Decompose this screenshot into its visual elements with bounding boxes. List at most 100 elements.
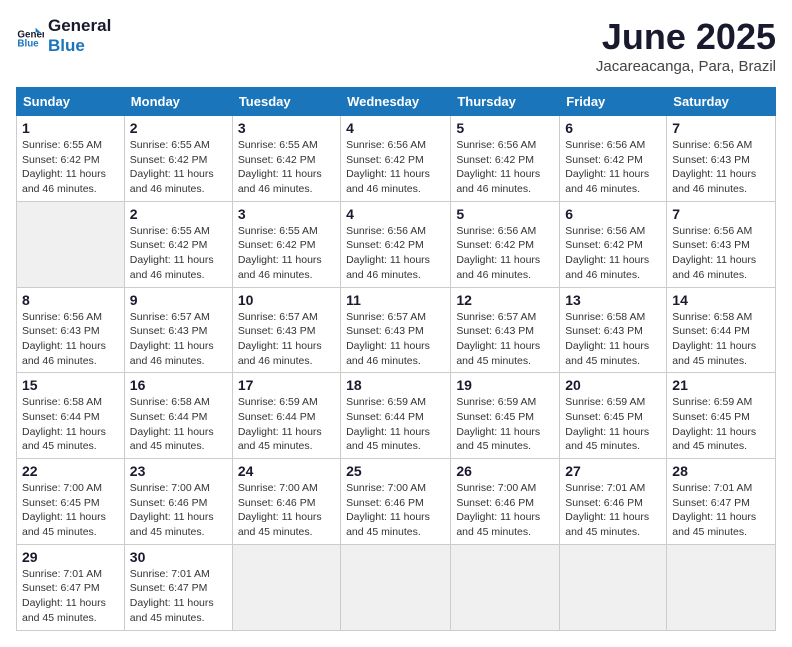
day-info: Sunrise: 7:00 AM Sunset: 6:46 PM Dayligh… (456, 481, 554, 540)
logo-general: General (48, 16, 111, 36)
day-info: Sunrise: 6:58 AM Sunset: 6:44 PM Dayligh… (672, 310, 770, 369)
day-cell-5: 5 Sunrise: 6:56 AM Sunset: 6:42 PM Dayli… (451, 201, 560, 287)
day-info: Sunrise: 6:55 AM Sunset: 6:42 PM Dayligh… (22, 138, 119, 197)
logo: General Blue General Blue (16, 16, 111, 55)
day-info: Sunrise: 6:59 AM Sunset: 6:44 PM Dayligh… (346, 395, 445, 454)
day-cell-19: 19 Sunrise: 6:59 AM Sunset: 6:45 PM Dayl… (451, 373, 560, 459)
day-number: 18 (346, 377, 445, 393)
day-info: Sunrise: 6:58 AM Sunset: 6:44 PM Dayligh… (130, 395, 227, 454)
day-number: 24 (238, 463, 335, 479)
calendar-row: 22 Sunrise: 7:00 AM Sunset: 6:45 PM Dayl… (17, 459, 776, 545)
day-info: Sunrise: 6:55 AM Sunset: 6:42 PM Dayligh… (238, 224, 335, 283)
day-number: 28 (672, 463, 770, 479)
col-friday: Friday (560, 88, 667, 116)
day-number: 23 (130, 463, 227, 479)
day-cell-30: 30 Sunrise: 7:01 AM Sunset: 6:47 PM Dayl… (124, 544, 232, 630)
day-number: 11 (346, 292, 445, 308)
day-cell-5: 5 Sunrise: 6:56 AM Sunset: 6:42 PM Dayli… (451, 116, 560, 202)
calendar-table: Sunday Monday Tuesday Wednesday Thursday… (16, 87, 776, 631)
day-number: 29 (22, 549, 119, 565)
day-number: 22 (22, 463, 119, 479)
logo-blue: Blue (48, 36, 111, 56)
day-number: 10 (238, 292, 335, 308)
day-number: 25 (346, 463, 445, 479)
day-info: Sunrise: 6:57 AM Sunset: 6:43 PM Dayligh… (346, 310, 445, 369)
day-cell-29: 29 Sunrise: 7:01 AM Sunset: 6:47 PM Dayl… (17, 544, 125, 630)
day-number: 19 (456, 377, 554, 393)
col-sunday: Sunday (17, 88, 125, 116)
day-number: 9 (130, 292, 227, 308)
day-number: 6 (565, 120, 661, 136)
day-info: Sunrise: 6:56 AM Sunset: 6:43 PM Dayligh… (22, 310, 119, 369)
day-info: Sunrise: 6:56 AM Sunset: 6:42 PM Dayligh… (456, 138, 554, 197)
empty-cell (341, 544, 451, 630)
day-number: 5 (456, 206, 554, 222)
day-info: Sunrise: 6:55 AM Sunset: 6:42 PM Dayligh… (130, 224, 227, 283)
day-cell-3: 3 Sunrise: 6:55 AM Sunset: 6:42 PM Dayli… (232, 201, 340, 287)
day-info: Sunrise: 7:00 AM Sunset: 6:46 PM Dayligh… (130, 481, 227, 540)
day-info: Sunrise: 6:58 AM Sunset: 6:43 PM Dayligh… (565, 310, 661, 369)
day-cell-16: 16 Sunrise: 6:58 AM Sunset: 6:44 PM Dayl… (124, 373, 232, 459)
header: General Blue General Blue June 2025 Jaca… (16, 16, 776, 75)
col-saturday: Saturday (667, 88, 776, 116)
empty-cell (451, 544, 560, 630)
day-cell-23: 23 Sunrise: 7:00 AM Sunset: 6:46 PM Dayl… (124, 459, 232, 545)
day-number: 3 (238, 206, 335, 222)
day-info: Sunrise: 7:01 AM Sunset: 6:47 PM Dayligh… (130, 567, 227, 626)
col-thursday: Thursday (451, 88, 560, 116)
day-number: 4 (346, 206, 445, 222)
day-cell-14: 14 Sunrise: 6:58 AM Sunset: 6:44 PM Dayl… (667, 287, 776, 373)
day-info: Sunrise: 6:56 AM Sunset: 6:42 PM Dayligh… (565, 224, 661, 283)
location: Jacareacanga, Para, Brazil (596, 58, 776, 75)
day-cell-2: 2 Sunrise: 6:55 AM Sunset: 6:42 PM Dayli… (124, 116, 232, 202)
day-cell-15: 15 Sunrise: 6:58 AM Sunset: 6:44 PM Dayl… (17, 373, 125, 459)
day-cell-26: 26 Sunrise: 7:00 AM Sunset: 6:46 PM Dayl… (451, 459, 560, 545)
day-info: Sunrise: 6:57 AM Sunset: 6:43 PM Dayligh… (456, 310, 554, 369)
day-info: Sunrise: 6:59 AM Sunset: 6:45 PM Dayligh… (565, 395, 661, 454)
day-cell-24: 24 Sunrise: 7:00 AM Sunset: 6:46 PM Dayl… (232, 459, 340, 545)
day-cell-11: 11 Sunrise: 6:57 AM Sunset: 6:43 PM Dayl… (341, 287, 451, 373)
day-cell-1: 1 Sunrise: 6:55 AM Sunset: 6:42 PM Dayli… (17, 116, 125, 202)
day-info: Sunrise: 7:01 AM Sunset: 6:47 PM Dayligh… (22, 567, 119, 626)
day-info: Sunrise: 7:00 AM Sunset: 6:46 PM Dayligh… (346, 481, 445, 540)
day-number: 2 (130, 120, 227, 136)
day-info: Sunrise: 6:56 AM Sunset: 6:42 PM Dayligh… (346, 224, 445, 283)
day-number: 26 (456, 463, 554, 479)
day-number: 2 (130, 206, 227, 222)
empty-cell (232, 544, 340, 630)
day-number: 30 (130, 549, 227, 565)
day-info: Sunrise: 6:55 AM Sunset: 6:42 PM Dayligh… (130, 138, 227, 197)
calendar-row: 29 Sunrise: 7:01 AM Sunset: 6:47 PM Dayl… (17, 544, 776, 630)
day-cell-28: 28 Sunrise: 7:01 AM Sunset: 6:47 PM Dayl… (667, 459, 776, 545)
col-tuesday: Tuesday (232, 88, 340, 116)
day-cell-12: 12 Sunrise: 6:57 AM Sunset: 6:43 PM Dayl… (451, 287, 560, 373)
logo-icon: General Blue (16, 22, 44, 50)
day-info: Sunrise: 6:56 AM Sunset: 6:42 PM Dayligh… (456, 224, 554, 283)
day-number: 1 (22, 120, 119, 136)
day-info: Sunrise: 7:00 AM Sunset: 6:45 PM Dayligh… (22, 481, 119, 540)
month-title: June 2025 (596, 16, 776, 58)
title-area: June 2025 Jacareacanga, Para, Brazil (596, 16, 776, 75)
col-wednesday: Wednesday (341, 88, 451, 116)
day-cell-25: 25 Sunrise: 7:00 AM Sunset: 6:46 PM Dayl… (341, 459, 451, 545)
day-number: 8 (22, 292, 119, 308)
calendar-row: 8 Sunrise: 6:56 AM Sunset: 6:43 PM Dayli… (17, 287, 776, 373)
day-number: 27 (565, 463, 661, 479)
day-cell-7: 7 Sunrise: 6:56 AM Sunset: 6:43 PM Dayli… (667, 116, 776, 202)
day-number: 7 (672, 206, 770, 222)
calendar-row: 15 Sunrise: 6:58 AM Sunset: 6:44 PM Dayl… (17, 373, 776, 459)
day-info: Sunrise: 6:57 AM Sunset: 6:43 PM Dayligh… (130, 310, 227, 369)
day-info: Sunrise: 6:59 AM Sunset: 6:45 PM Dayligh… (672, 395, 770, 454)
col-monday: Monday (124, 88, 232, 116)
day-info: Sunrise: 6:59 AM Sunset: 6:44 PM Dayligh… (238, 395, 335, 454)
day-cell-9: 9 Sunrise: 6:57 AM Sunset: 6:43 PM Dayli… (124, 287, 232, 373)
calendar-row: 2 Sunrise: 6:55 AM Sunset: 6:42 PM Dayli… (17, 201, 776, 287)
day-info: Sunrise: 6:59 AM Sunset: 6:45 PM Dayligh… (456, 395, 554, 454)
day-cell-17: 17 Sunrise: 6:59 AM Sunset: 6:44 PM Dayl… (232, 373, 340, 459)
day-cell-7: 7 Sunrise: 6:56 AM Sunset: 6:43 PM Dayli… (667, 201, 776, 287)
day-number: 20 (565, 377, 661, 393)
day-info: Sunrise: 7:00 AM Sunset: 6:46 PM Dayligh… (238, 481, 335, 540)
day-info: Sunrise: 6:58 AM Sunset: 6:44 PM Dayligh… (22, 395, 119, 454)
day-cell-22: 22 Sunrise: 7:00 AM Sunset: 6:45 PM Dayl… (17, 459, 125, 545)
day-cell-21: 21 Sunrise: 6:59 AM Sunset: 6:45 PM Dayl… (667, 373, 776, 459)
